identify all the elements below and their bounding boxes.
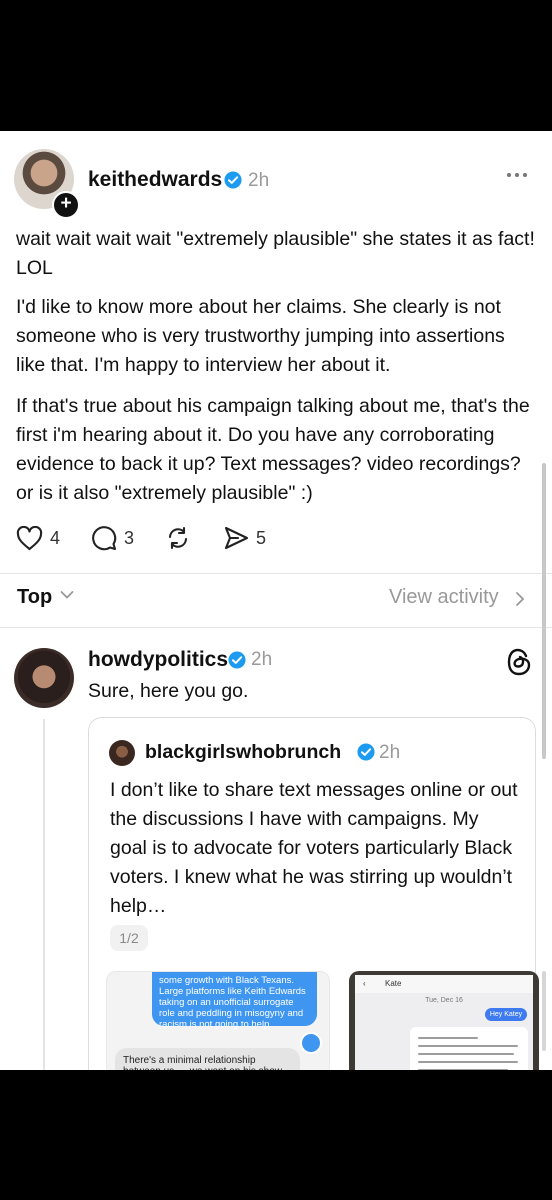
text-line	[418, 1069, 508, 1070]
sent-message-bubble: Hey Katey	[485, 1008, 527, 1021]
phone-chat-header: ‹ Kate	[355, 975, 533, 993]
heart-reaction-icon	[300, 1032, 322, 1054]
chat-contact-name: Kate	[385, 979, 402, 988]
gray-message-bubble: There's a minimal relationship between u…	[115, 1048, 300, 1070]
text-line	[418, 1053, 514, 1055]
repost-icon	[168, 526, 188, 550]
sort-top-dropdown[interactable]: Top	[17, 586, 52, 609]
text-line	[418, 1037, 478, 1039]
chevron-down-icon[interactable]	[60, 590, 74, 600]
chevron-right-icon[interactable]	[515, 591, 525, 607]
verified-badge-icon	[224, 171, 242, 189]
repost-button[interactable]	[165, 524, 198, 552]
quoted-time: 2h	[379, 742, 401, 763]
share-button[interactable]: 5	[223, 524, 266, 552]
like-button[interactable]: 4	[16, 524, 60, 552]
inner-scrollbar[interactable]	[542, 971, 546, 1051]
reply-time: 2h	[251, 649, 273, 670]
forwarded-post-card	[410, 1027, 528, 1070]
verified-badge-icon	[228, 651, 246, 669]
scrollbar[interactable]	[542, 463, 546, 759]
phone-screen: ‹ Kate Tue, Dec 16 Hey Katey	[355, 975, 533, 1070]
comment-count: 3	[124, 527, 135, 548]
quoted-text: I don’t like to share text messages onli…	[110, 779, 518, 917]
post-time: 2h	[248, 170, 270, 191]
text-line	[418, 1045, 518, 1047]
heart-icon	[16, 525, 43, 550]
share-count: 5	[256, 527, 267, 548]
chat-date: Tue, Dec 16	[425, 997, 463, 1004]
post-username[interactable]: keithedwards	[88, 168, 222, 192]
text-line	[418, 1061, 518, 1063]
like-count: 4	[50, 527, 61, 548]
post-paragraph-2: I'd like to know more about her claims. …	[16, 296, 505, 376]
page-indicator: 1/2	[110, 925, 148, 951]
text-message-screenshot-2[interactable]: ‹ Kate Tue, Dec 16 Hey Katey	[349, 971, 539, 1070]
threads-app-screen: + keithedwards 2h wait wait wait wait "e…	[0, 131, 552, 1070]
text-message-screenshot-1[interactable]: some growth with Black Texans. Large pla…	[106, 971, 330, 1070]
quoted-post-card[interactable]: blackgirlswhobrunch 2h I don’t like to s…	[88, 717, 539, 1070]
view-activity-link[interactable]: View activity	[389, 586, 499, 609]
post-paragraph-1: wait wait wait wait "extremely plausible…	[16, 228, 535, 279]
reply-text: Sure, here you go.	[88, 680, 249, 702]
comment-button[interactable]: 3	[91, 524, 134, 552]
verified-badge-icon	[357, 743, 375, 761]
reply-username[interactable]: howdypolitics	[88, 648, 228, 672]
comment-bubble-icon	[92, 526, 117, 551]
replies-sort-bar: Top View activity	[0, 573, 552, 628]
more-dots-icon[interactable]	[507, 173, 531, 181]
share-send-icon	[224, 526, 249, 550]
section-divider	[0, 627, 552, 628]
follow-plus-icon[interactable]: +	[52, 191, 80, 219]
blackgirlswhobrunch-avatar[interactable]	[109, 740, 135, 766]
blue-message-bubble: some growth with Black Texans. Large pla…	[152, 972, 317, 1030]
quoted-username[interactable]: blackgirlswhobrunch	[145, 741, 341, 764]
post-paragraph-3: If that's true about his campaign talkin…	[16, 395, 530, 504]
howdypolitics-avatar[interactable]	[14, 648, 74, 708]
threads-logo-icon[interactable]	[506, 648, 532, 676]
thread-connector-line	[43, 719, 45, 1070]
back-chevron-icon: ‹	[363, 979, 366, 988]
